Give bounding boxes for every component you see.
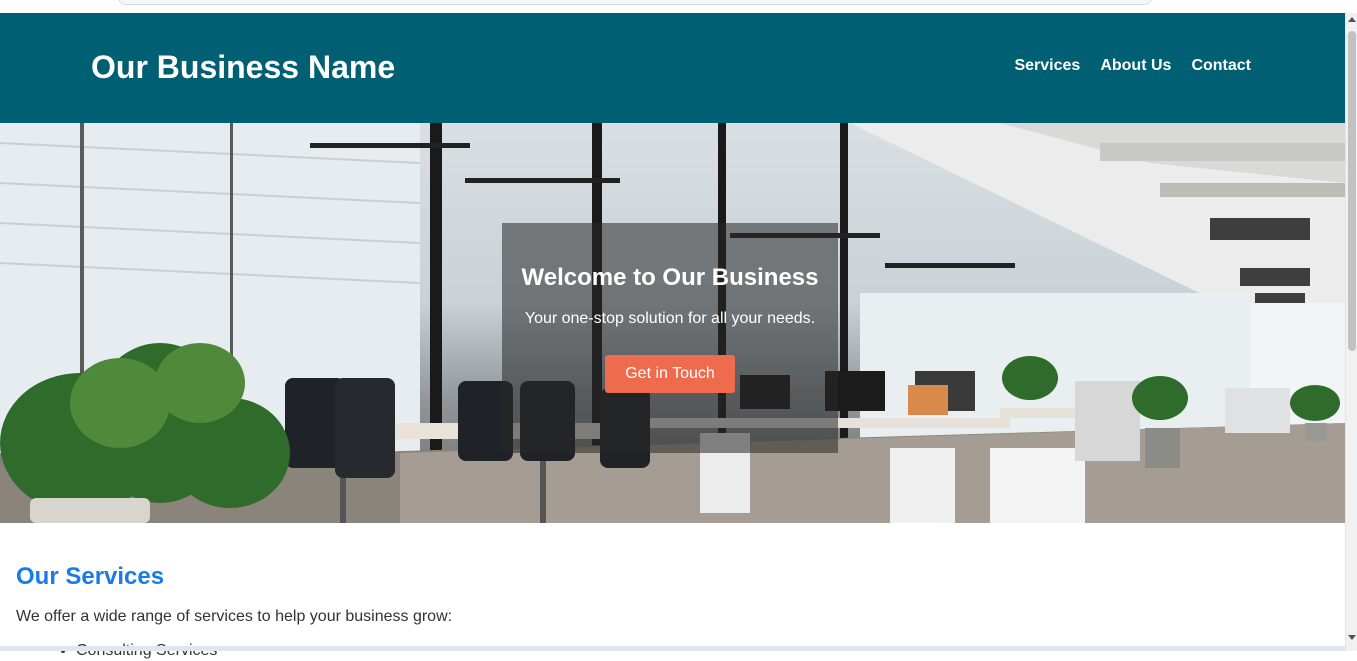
services-title: Our Services xyxy=(16,563,165,590)
get-in-touch-button[interactable]: Get in Touch xyxy=(605,355,735,393)
services-list-item: Consulting Services xyxy=(76,641,1336,661)
nav-link-services[interactable]: Services xyxy=(1014,57,1080,75)
main-nav: Services About Us Contact xyxy=(1014,57,1251,75)
window-bottom-edge xyxy=(0,646,1357,651)
scroll-up-arrow-icon[interactable] xyxy=(1348,17,1356,22)
site-title: Our Business Name xyxy=(91,49,396,85)
hero-title: Welcome to Our Business xyxy=(521,264,819,291)
services-list: Consulting Services xyxy=(16,641,1336,661)
scroll-down-arrow-icon[interactable] xyxy=(1348,635,1356,640)
nav-link-about-us[interactable]: About Us xyxy=(1100,57,1171,75)
hero-overlay: Welcome to Our Business Your one-stop so… xyxy=(502,223,838,453)
nav-link-contact[interactable]: Contact xyxy=(1191,57,1251,75)
scroll-thumb[interactable] xyxy=(1348,31,1356,351)
address-bar[interactable] xyxy=(118,0,1152,5)
vertical-scrollbar[interactable] xyxy=(1345,13,1357,651)
site-header: Our Business Name Services About Us Cont… xyxy=(0,13,1345,123)
services-intro: We offer a wide range of services to hel… xyxy=(16,608,453,625)
hero-subtitle: Your one-stop solution for all your need… xyxy=(524,310,816,327)
browser-chrome xyxy=(0,0,1357,13)
hero-section: Welcome to Our Business Your one-stop so… xyxy=(0,123,1345,523)
